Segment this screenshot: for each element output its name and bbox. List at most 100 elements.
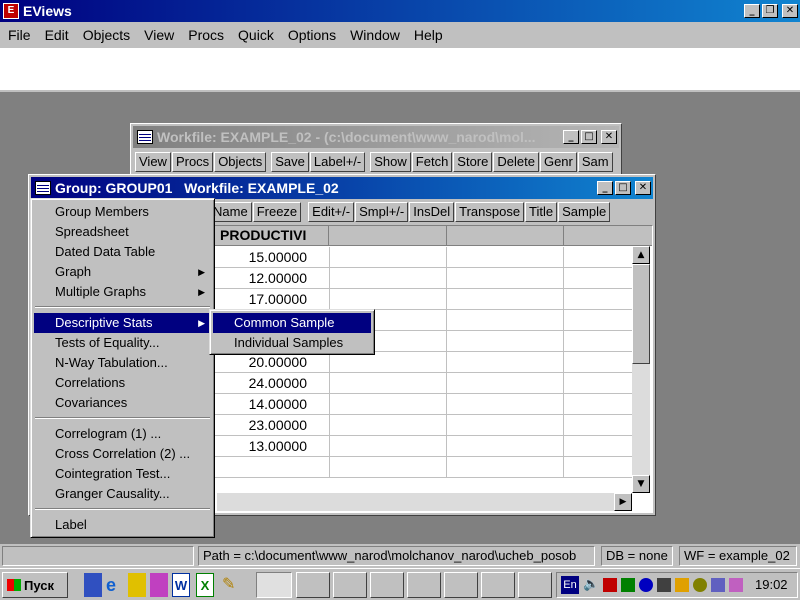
freeze-button[interactable]: Freeze <box>252 202 302 222</box>
menu-item-multiple-graphs[interactable]: Multiple Graphs ▶ <box>34 282 211 302</box>
close-icon[interactable]: ✕ <box>782 4 798 18</box>
volume-icon[interactable]: 🔈 <box>583 576 599 592</box>
table-cell[interactable] <box>447 331 564 352</box>
table-cell[interactable] <box>330 352 447 373</box>
table-cell[interactable] <box>447 352 564 373</box>
quicklaunch-icon[interactable] <box>128 573 146 597</box>
table-cell[interactable] <box>447 289 564 310</box>
delete-button[interactable]: Delete <box>493 152 539 172</box>
minimize-icon[interactable]: _ <box>744 4 760 18</box>
tray-icon[interactable] <box>693 578 707 592</box>
menu-item-cointegration-test[interactable]: Cointegration Test... <box>34 464 211 484</box>
command-window[interactable] <box>0 48 800 92</box>
edit-toggle-button[interactable]: Edit+/- <box>308 202 355 222</box>
scroll-down-icon[interactable]: ▼ <box>632 475 650 493</box>
restore-icon[interactable]: ❐ <box>762 4 778 18</box>
task-button[interactable] <box>481 572 515 598</box>
menu-item-graph[interactable]: Graph ▶ <box>34 262 211 282</box>
task-button[interactable] <box>296 572 330 598</box>
table-cell[interactable]: 24.00000 <box>217 373 330 394</box>
table-cell[interactable] <box>447 310 564 331</box>
task-button[interactable] <box>518 572 552 598</box>
view-button[interactable]: View <box>135 152 171 172</box>
excel-icon[interactable]: X <box>196 573 214 597</box>
smpl-toggle-button[interactable]: Smpl+/- <box>355 202 409 222</box>
submenu-item-individual-samples[interactable]: Individual Samples <box>213 333 371 353</box>
table-cell[interactable] <box>330 289 447 310</box>
start-button[interactable]: Пуск <box>2 572 68 598</box>
table-cell[interactable] <box>447 394 564 415</box>
menu-item-n-way-tabulation[interactable]: N-Way Tabulation... <box>34 353 211 373</box>
table-cell[interactable]: 20.00000 <box>217 352 330 373</box>
quicklaunch-icon[interactable]: ✎ <box>222 573 240 597</box>
table-cell[interactable] <box>447 415 564 436</box>
app-icon[interactable]: E <box>3 3 19 19</box>
column-header[interactable]: PRODUCTIVI <box>217 226 329 246</box>
vertical-scrollbar[interactable]: ▲ ▼ <box>632 246 650 493</box>
genr-button[interactable]: Genr <box>539 152 577 172</box>
quicklaunch-icon[interactable] <box>84 573 102 597</box>
quicklaunch-icon[interactable] <box>150 573 168 597</box>
task-button-eviews[interactable] <box>256 572 292 598</box>
table-cell[interactable] <box>330 373 447 394</box>
menu-objects[interactable]: Objects <box>77 27 136 43</box>
task-button[interactable] <box>370 572 404 598</box>
menu-item-covariances[interactable]: Covariances <box>34 393 211 413</box>
objects-button[interactable]: Objects <box>214 152 267 172</box>
table-cell[interactable] <box>447 268 564 289</box>
menu-options[interactable]: Options <box>282 27 342 43</box>
menu-item-tests-of-equality[interactable]: Tests of Equality... <box>34 333 211 353</box>
menu-quick[interactable]: Quick <box>232 27 280 43</box>
scroll-up-icon[interactable]: ▲ <box>632 246 650 264</box>
menu-window[interactable]: Window <box>344 27 406 43</box>
table-cell[interactable]: 12.00000 <box>217 268 330 289</box>
task-button[interactable] <box>333 572 367 598</box>
menu-item-granger-causality[interactable]: Granger Causality... <box>34 484 211 504</box>
table-cell[interactable] <box>330 457 447 478</box>
table-cell[interactable] <box>447 373 564 394</box>
table-cell[interactable]: 23.00000 <box>217 415 330 436</box>
tray-icon[interactable] <box>657 578 671 592</box>
tray-icon[interactable] <box>603 578 617 592</box>
table-cell[interactable] <box>447 436 564 457</box>
table-cell[interactable] <box>447 247 564 268</box>
save-button[interactable]: Save <box>271 152 309 172</box>
table-cell[interactable] <box>330 247 447 268</box>
procs-button[interactable]: Procs <box>171 152 214 172</box>
menu-file[interactable]: File <box>2 27 37 43</box>
menu-item-group-members[interactable]: Group Members <box>34 202 211 222</box>
tray-icon[interactable] <box>675 578 689 592</box>
word-icon[interactable]: W <box>172 573 190 597</box>
sample-button[interactable]: Sample <box>558 202 611 222</box>
menu-view[interactable]: View <box>138 27 180 43</box>
task-button[interactable] <box>444 572 478 598</box>
menu-help[interactable]: Help <box>408 27 449 43</box>
maximize-icon[interactable]: □ <box>615 181 631 195</box>
menu-item-dated-data-table[interactable]: Dated Data Table <box>34 242 211 262</box>
menu-item-label[interactable]: Label <box>34 515 211 535</box>
table-cell[interactable] <box>330 268 447 289</box>
insdel-button[interactable]: InsDel <box>409 202 455 222</box>
table-cell[interactable]: 17.00000 <box>217 289 330 310</box>
ie-icon[interactable]: e <box>106 573 124 597</box>
table-cell[interactable] <box>330 436 447 457</box>
menu-item-cross-correlation[interactable]: Cross Correlation (2) ... <box>34 444 211 464</box>
language-indicator[interactable]: En <box>561 576 579 594</box>
title-button[interactable]: Title <box>525 202 558 222</box>
close-icon[interactable]: ✕ <box>635 181 651 195</box>
table-cell[interactable]: 13.00000 <box>217 436 330 457</box>
menu-edit[interactable]: Edit <box>39 27 75 43</box>
minimize-icon[interactable]: _ <box>597 181 613 195</box>
horizontal-scrollbar[interactable]: ▶ <box>217 493 632 511</box>
store-button[interactable]: Store <box>453 152 493 172</box>
tray-icon[interactable] <box>711 578 725 592</box>
scroll-right-icon[interactable]: ▶ <box>614 493 632 511</box>
table-cell[interactable]: 15.00000 <box>217 247 330 268</box>
close-icon[interactable]: ✕ <box>601 130 617 144</box>
clock[interactable]: 19:02 <box>755 577 788 592</box>
tray-icon[interactable] <box>621 578 635 592</box>
show-button[interactable]: Show <box>370 152 411 172</box>
task-button[interactable] <box>407 572 441 598</box>
menu-item-correlogram[interactable]: Correlogram (1) ... <box>34 424 211 444</box>
menu-item-spreadsheet[interactable]: Spreadsheet <box>34 222 211 242</box>
